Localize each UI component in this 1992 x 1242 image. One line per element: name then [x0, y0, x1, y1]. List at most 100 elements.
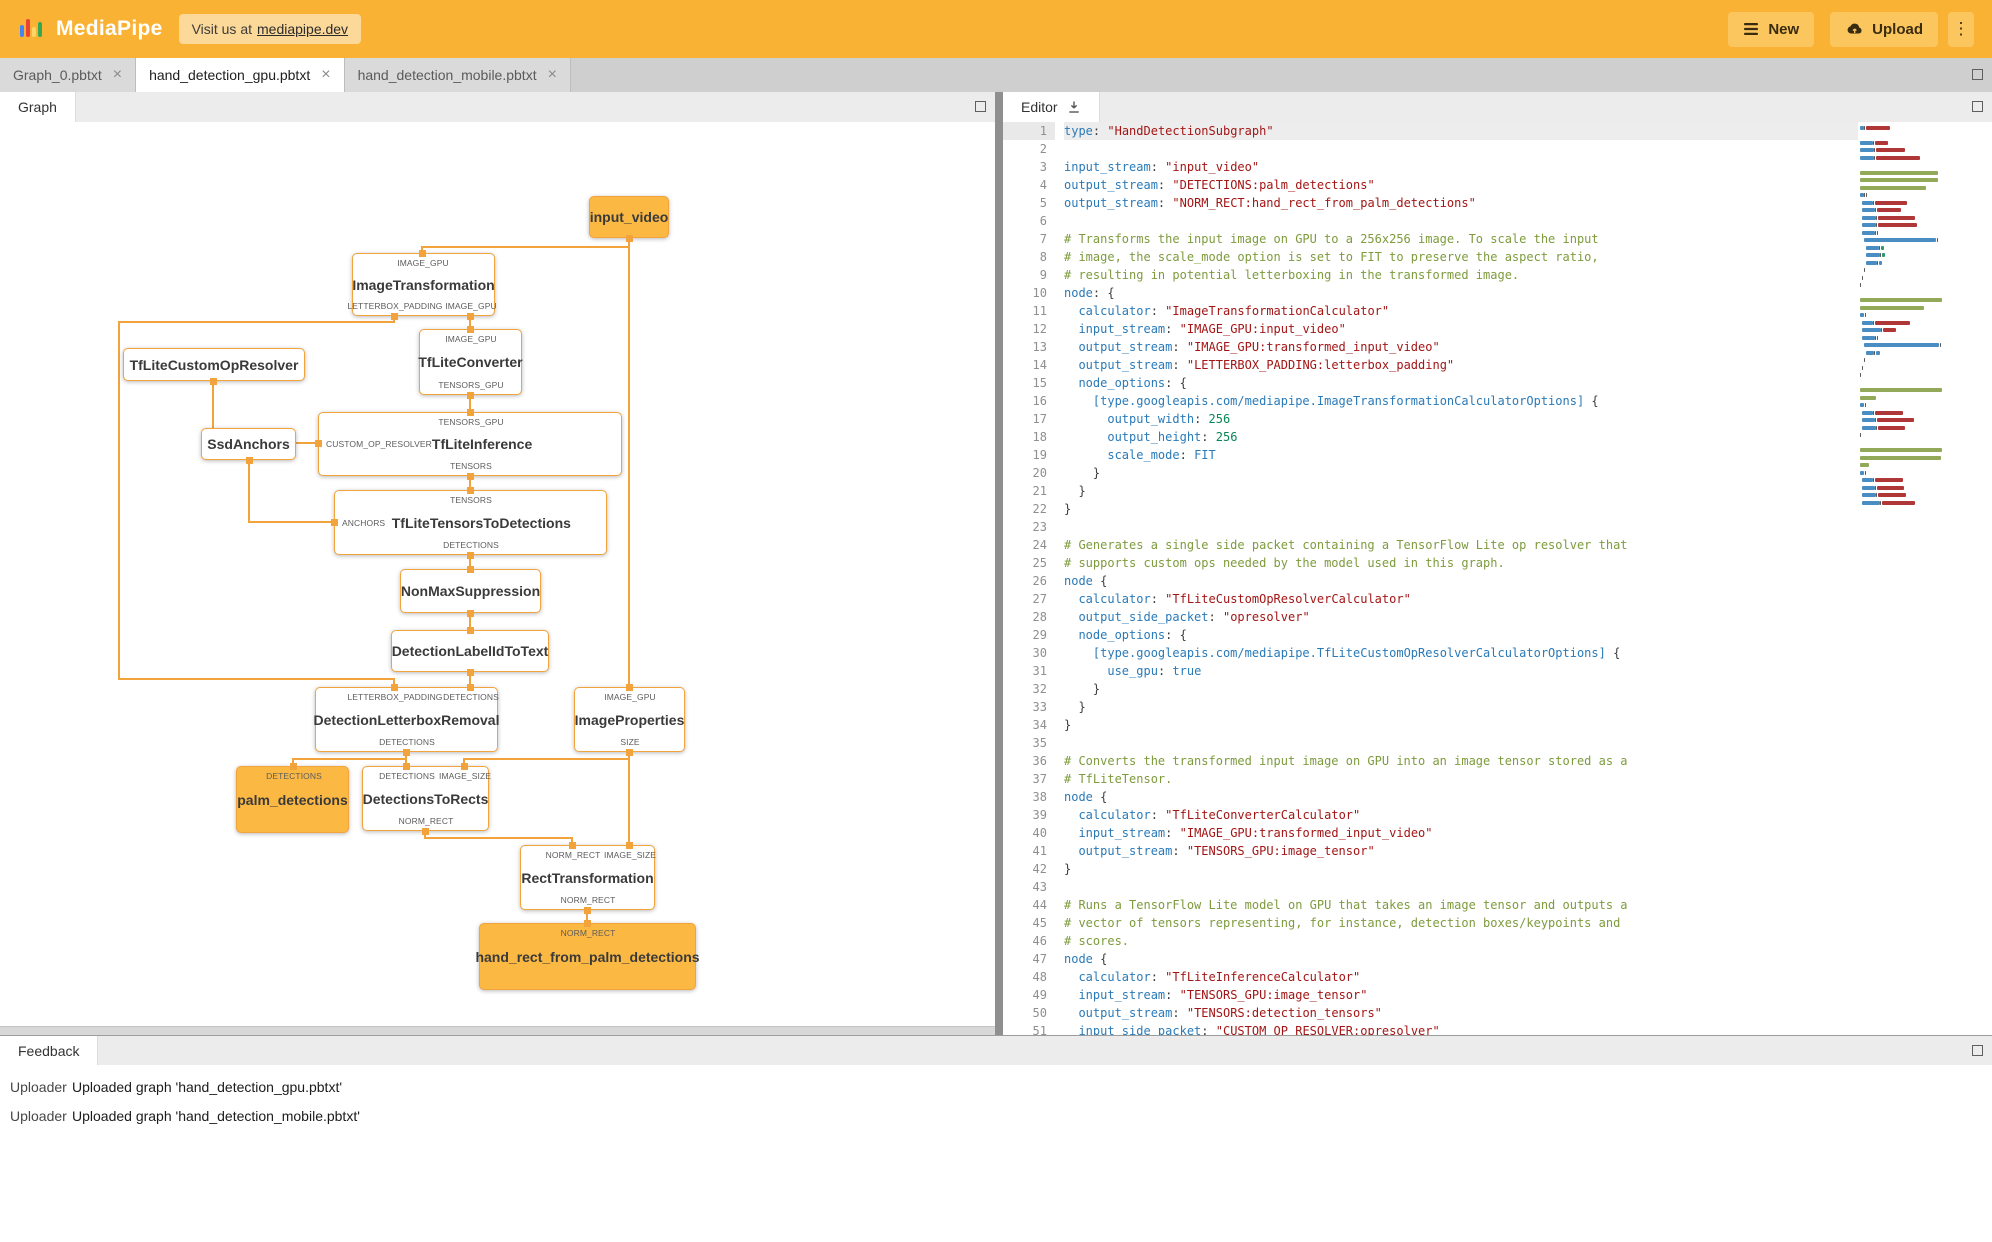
graph-node-TfLiteConverter[interactable]: TfLiteConverter IMAGE_GPU TENSORS_GPU: [418, 329, 523, 395]
code-line: node_options: {: [1078, 628, 1187, 642]
graph-node-TfLiteCustomOpResolver[interactable]: TfLiteCustomOpResolver: [123, 348, 305, 381]
node-port: [466, 683, 474, 691]
tab-editor[interactable]: Editor: [1003, 92, 1100, 122]
graph-node-DetectionLabelIdToText[interactable]: DetectionLabelIdToText: [391, 630, 549, 672]
port-label: DETECTIONS: [443, 692, 499, 702]
minimap-line: [1860, 387, 1962, 395]
minimap-line: [1860, 132, 1962, 140]
tab-close-icon[interactable]: ×: [113, 67, 122, 83]
line-number: 2: [1039, 142, 1047, 156]
minimap-line: [1860, 222, 1962, 230]
port-label: IMAGE_SIZE: [603, 850, 657, 860]
minimap-line: [1860, 177, 1962, 185]
editor-code[interactable]: type: "HandDetectionSubgraph" input_strea…: [1064, 122, 1858, 1035]
line-number: 37: [1032, 772, 1047, 786]
file-tab-label: hand_detection_mobile.pbtxt: [357, 67, 537, 83]
node-port: [466, 609, 474, 617]
line-number: 7: [1039, 232, 1047, 246]
code-line: node_options: {: [1078, 376, 1187, 390]
node-title: palm_detections: [237, 791, 348, 808]
code-line: scale_mode: FIT: [1107, 448, 1216, 462]
node-port: [466, 312, 474, 320]
line-number: 32: [1032, 682, 1047, 696]
line-number: 50: [1032, 1006, 1047, 1020]
port-label: TENSORS: [450, 461, 492, 471]
minimap-line: [1860, 499, 1962, 507]
file-tab[interactable]: hand_detection_gpu.pbtxt ×: [136, 58, 345, 92]
node-port: [466, 626, 474, 634]
graph-node-DetectionLetterboxRemoval[interactable]: DetectionLetterboxRemoval LETTERBOX_PADDI…: [314, 687, 499, 752]
tab-close-icon[interactable]: ×: [548, 67, 557, 83]
node-title: RectTransformation: [521, 869, 654, 886]
graph-node-TfLiteInference[interactable]: TfLiteInference TENSORS_GPU CUSTOM_OP_RESO…: [318, 412, 622, 476]
visit-us-text: Visit us at: [191, 21, 252, 37]
mediapipe-visualizer: MediaPipe Visit us at mediapipe.dev New …: [0, 0, 1992, 1242]
node-port: [314, 439, 322, 447]
code-editor[interactable]: 1 2 3 4 5 6 7 8 9 10 11 12 13 14 15 16 17 18 19 20 21 22 23 24 2…: [1003, 122, 1992, 1035]
feedback-log: Uploader Uploaded graph 'hand_detection_g…: [0, 1065, 1992, 1130]
graph-node-input_video[interactable]: input_video: [589, 196, 669, 238]
minimap-line: [1860, 319, 1962, 327]
line-number: 11: [1032, 304, 1047, 318]
port-label: ANCHORS: [342, 517, 386, 528]
minimap-line: [1860, 169, 1962, 177]
minimap-line: [1860, 379, 1962, 387]
line-number: 21: [1032, 484, 1047, 498]
app-title: MediaPipe: [56, 17, 163, 40]
code-line: }: [1078, 484, 1086, 498]
code-line: # Converts the transformed input image o…: [1064, 754, 1628, 768]
code-line: }: [1092, 466, 1101, 480]
line-number: 15: [1032, 376, 1047, 390]
node-port: [289, 762, 297, 770]
minimap-line: [1860, 259, 1962, 267]
file-tab[interactable]: hand_detection_mobile.pbtxt ×: [344, 58, 571, 92]
mediapipe-dev-link[interactable]: mediapipe.dev: [257, 21, 348, 37]
graph-node-hand_rect_from_palm_detections[interactable]: hand_rect_from_palm_detections NORM_RECT: [475, 923, 700, 990]
line-number: 22: [1032, 502, 1047, 516]
graph-node-palm_detections[interactable]: palm_detections DETECTIONS: [236, 766, 349, 833]
graph-popout-icon[interactable]: [975, 101, 986, 112]
line-number: 3: [1039, 160, 1047, 174]
upload-button[interactable]: Upload: [1830, 11, 1938, 47]
node-port: [625, 841, 633, 849]
graph-node-RectTransformation[interactable]: RectTransformation NORM_RECT IMAGE_SIZE NOR…: [520, 845, 657, 910]
node-port: [330, 518, 338, 526]
node-title: ImageTransformation: [352, 276, 495, 293]
line-number: 10: [1032, 286, 1047, 300]
graph-node-SsdAnchors[interactable]: SsdAnchors: [201, 428, 296, 460]
editor-minimap[interactable]: [1860, 124, 1962, 507]
line-number: 20: [1032, 466, 1047, 480]
file-tab-bar: Graph_0.pbtxt × hand_detection_gpu.pbtxt × h…: [0, 58, 1992, 92]
editor-popout-icon[interactable]: [1972, 101, 1983, 112]
line-number: 51: [1032, 1024, 1047, 1035]
line-number: 29: [1032, 628, 1047, 642]
line-number: 49: [1032, 988, 1047, 1002]
node-port: [421, 827, 429, 835]
feedback-popout-icon[interactable]: [1972, 1045, 1983, 1056]
line-number: 12: [1032, 322, 1047, 336]
graph-node-NonMaxSuppression[interactable]: NonMaxSuppression: [400, 569, 541, 613]
layout-icon[interactable]: [1972, 69, 1983, 80]
more-options-icon[interactable]: ⋮: [1948, 11, 1974, 47]
graph-node-ImageProperties[interactable]: ImageProperties IMAGE_GPU SIZE: [574, 687, 685, 752]
code-line: output_stream: "TENSORS:detection_tensor…: [1078, 1006, 1382, 1020]
upload-button-label: Upload: [1872, 20, 1923, 38]
file-tab[interactable]: Graph_0.pbtxt ×: [0, 58, 137, 92]
tab-feedback[interactable]: Feedback: [0, 1036, 99, 1065]
tab-graph[interactable]: Graph: [0, 92, 76, 122]
cloud-upload-icon: [1847, 23, 1862, 34]
graph-hscrollbar[interactable]: [0, 1026, 995, 1035]
feedback-message: Uploaded graph 'hand_detection_gpu.pbtxt…: [72, 1078, 343, 1095]
file-tab-label: hand_detection_gpu.pbtxt: [149, 67, 311, 83]
download-icon[interactable]: [1067, 100, 1081, 114]
graph-node-ImageTransformation[interactable]: ImageTransformation IMAGE_GPU LETTERBOX_PA…: [347, 253, 497, 316]
line-number: 45: [1032, 916, 1047, 930]
graph-node-TfLiteTensorsToDetections[interactable]: TfLiteTensorsToDetections TENSORS ANCHORS D…: [334, 490, 607, 555]
code-line: calculator: "ImageTransformationCalculat…: [1078, 304, 1390, 318]
graph-node-DetectionsToRects[interactable]: DetectionsToRects DETECTIONS IMAGE_SIZE NOR…: [362, 766, 491, 831]
graph-canvas[interactable]: input_video ImageTransformation IMAGE_GPU L…: [0, 122, 995, 1026]
minimap-line: [1860, 214, 1962, 222]
tab-close-icon[interactable]: ×: [321, 67, 330, 83]
new-button[interactable]: New: [1728, 11, 1815, 47]
node-title: TfLiteCustomOpResolver: [129, 356, 299, 373]
